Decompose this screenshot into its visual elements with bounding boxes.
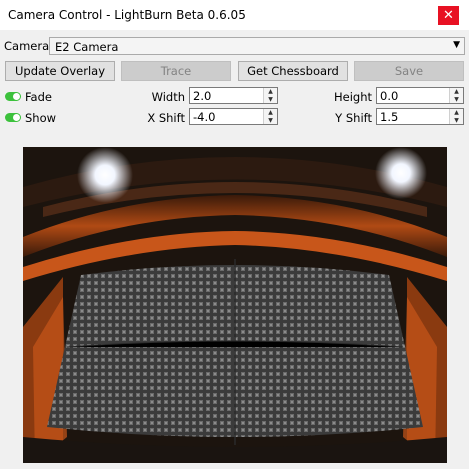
x-shift-value: -4.0 xyxy=(193,110,216,124)
title-bar: Camera Control - LightBurn Beta 0.6.05 ✕ xyxy=(0,0,469,30)
height-value: 0.0 xyxy=(380,89,399,103)
arrow-up-icon[interactable]: ▲ xyxy=(450,109,463,116)
close-icon: ✕ xyxy=(443,8,454,23)
arrow-down-icon[interactable]: ▼ xyxy=(450,117,463,124)
x-shift-spinbox[interactable]: -4.0 ▲ ▼ xyxy=(189,108,278,125)
camera-select-value: E2 Camera xyxy=(55,40,119,54)
width-value: 2.0 xyxy=(193,89,212,103)
show-toggle-knob xyxy=(13,114,20,121)
show-toggle[interactable] xyxy=(5,113,21,122)
y-shift-spinbox[interactable]: 1.5 ▲ ▼ xyxy=(376,108,464,125)
chevron-down-icon: ▼ xyxy=(453,40,460,50)
arrow-down-icon[interactable]: ▼ xyxy=(264,117,277,124)
fade-toggle-knob xyxy=(13,93,20,100)
close-button[interactable]: ✕ xyxy=(438,6,459,25)
width-spinbox[interactable]: 2.0 ▲ ▼ xyxy=(189,87,278,104)
update-overlay-button[interactable]: Update Overlay xyxy=(5,61,115,81)
arrow-down-icon[interactable]: ▼ xyxy=(450,96,463,103)
window-title: Camera Control - LightBurn Beta 0.6.05 xyxy=(8,8,246,22)
fade-label: Fade xyxy=(25,90,52,104)
arrow-up-icon[interactable]: ▲ xyxy=(450,88,463,95)
save-button[interactable]: Save xyxy=(354,61,464,81)
x-shift-label: X Shift xyxy=(147,111,185,125)
height-label: Height xyxy=(333,90,372,104)
show-label: Show xyxy=(25,111,57,125)
camera-view[interactable] xyxy=(23,147,447,463)
fade-toggle[interactable] xyxy=(5,92,21,101)
trace-button[interactable]: Trace xyxy=(121,61,231,81)
camera-label: Camera: xyxy=(4,39,54,53)
camera-row: Camera: E2 Camera ▼ xyxy=(4,37,465,55)
get-chessboard-button[interactable]: Get Chessboard xyxy=(238,61,348,81)
y-shift-value: 1.5 xyxy=(380,110,399,124)
arrow-up-icon[interactable]: ▲ xyxy=(264,88,277,95)
camera-image xyxy=(23,147,447,463)
arrow-down-icon[interactable]: ▼ xyxy=(264,96,277,103)
arrow-up-icon[interactable]: ▲ xyxy=(264,109,277,116)
width-label: Width xyxy=(151,90,185,104)
height-spinbox[interactable]: 0.0 ▲ ▼ xyxy=(376,87,464,104)
camera-select[interactable]: E2 Camera ▼ xyxy=(49,37,465,55)
y-shift-label: Y Shift xyxy=(335,111,372,125)
